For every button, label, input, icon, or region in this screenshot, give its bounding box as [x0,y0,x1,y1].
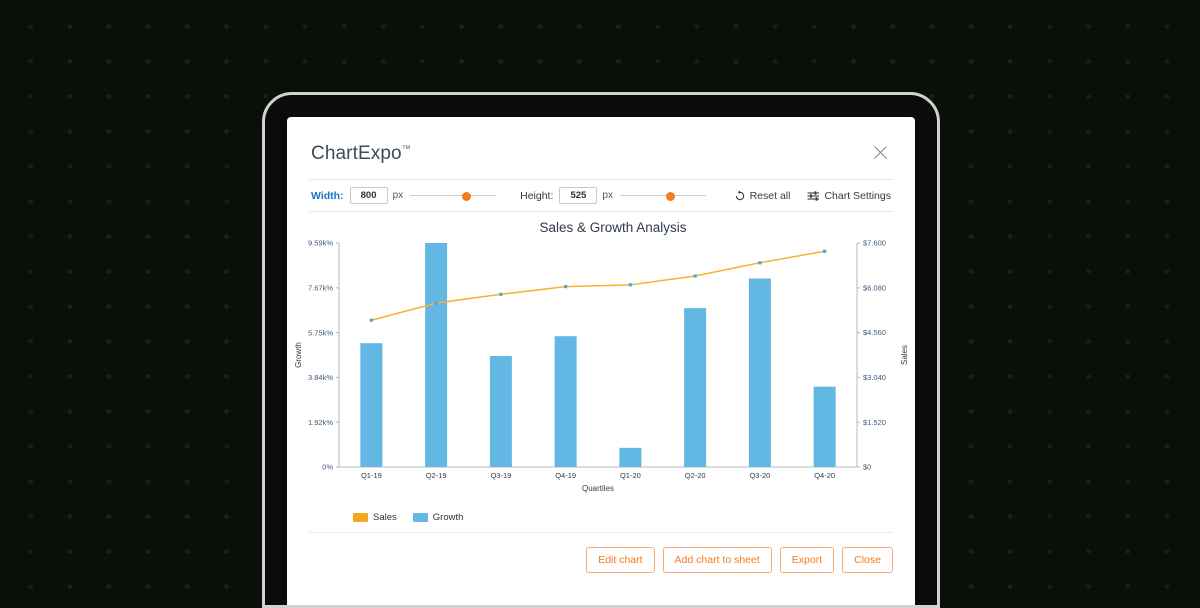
svg-text:Q2-20: Q2-20 [685,471,706,480]
close-button[interactable]: Close [842,547,893,573]
close-icon[interactable] [871,143,891,163]
sliders-icon [807,190,820,201]
svg-text:1.92k%: 1.92k% [308,418,333,427]
svg-text:Q2-19: Q2-19 [426,471,447,480]
app-title: ChartExpo [311,143,402,164]
reset-all-label: Reset all [749,189,791,202]
svg-text:7.67k%: 7.67k% [308,283,333,292]
export-button[interactable]: Export [779,547,835,573]
width-slider[interactable] [410,189,497,202]
chart-plot: 0% 1.92k% 3.84k% 5.75k% 7.67k% 9.59k% $0 $1.520… [294,239,909,493]
height-slider[interactable] [619,189,706,202]
chart-settings-button[interactable]: Chart Settings [807,190,891,202]
svg-text:5.75k%: 5.75k% [308,328,333,337]
toolbar: Width: px Height: px R [309,179,893,212]
height-label: Height: [520,189,554,202]
svg-text:Q1-20: Q1-20 [620,471,641,480]
legend-item-growth[interactable]: Growth [412,512,464,523]
svg-text:$3.040: $3.040 [863,373,886,382]
height-unit: px [602,190,613,201]
legend-swatch-sales [353,513,368,522]
legend-item-sales[interactable]: Sales [353,512,397,523]
modal-footer: Edit chart Add chart to sheet Export Clo… [287,533,915,573]
chart-legend: Sales Growth [309,510,893,533]
svg-text:Q3-20: Q3-20 [749,471,770,480]
svg-text:3.84k%: 3.84k% [308,373,333,382]
svg-text:Q1-19: Q1-19 [361,471,382,480]
toolbar-actions: Reset all Chart Settings [734,190,891,202]
svg-text:Q4-20: Q4-20 [814,471,835,480]
tablet-screen: ChartExpo™ Width: px Height: px [287,117,915,605]
svg-text:Q4-19: Q4-19 [555,471,576,480]
legend-label-growth: Growth [432,512,464,523]
app-logo: ChartExpo™ [311,143,411,165]
add-chart-to-sheet-button[interactable]: Add chart to sheet [662,547,772,573]
tablet-device-frame: ChartExpo™ Width: px Height: px [262,92,940,608]
reset-all-button[interactable]: Reset all [734,189,791,202]
svg-text:$4.560: $4.560 [863,328,886,337]
width-input[interactable] [349,187,388,204]
svg-text:Growth: Growth [294,342,303,368]
svg-text:$1.520: $1.520 [863,418,886,427]
svg-text:9.59k%: 9.59k% [308,239,333,248]
svg-text:0%: 0% [322,463,333,472]
svg-text:$7.600: $7.600 [863,239,886,248]
trademark-symbol: ™ [401,143,411,154]
svg-text:Sales: Sales [900,345,909,365]
width-slider-thumb[interactable] [462,191,472,201]
edit-chart-button[interactable]: Edit chart [586,547,655,573]
width-slider-track [410,195,497,197]
svg-text:$0: $0 [863,463,871,472]
height-slider-thumb[interactable] [665,191,675,201]
legend-swatch-growth [412,513,428,522]
svg-text:Quartiles: Quartiles [582,484,614,493]
modal-header: ChartExpo™ [287,117,915,165]
undo-icon [735,190,744,200]
chart-title: Sales & Growth Analysis [539,220,687,235]
svg-text:$6.080: $6.080 [863,283,886,292]
height-input[interactable] [559,187,598,204]
width-unit: px [392,190,404,201]
legend-label-sales: Sales [373,512,397,523]
chart-settings-label: Chart Settings [824,189,891,202]
chart-container: Sales & Growth Analysis 0% 1.92k% 3.84k% 5.… [287,218,915,510]
height-slider-track [619,195,706,197]
width-label: Width: [311,189,344,202]
svg-text:Q3-19: Q3-19 [490,471,511,480]
